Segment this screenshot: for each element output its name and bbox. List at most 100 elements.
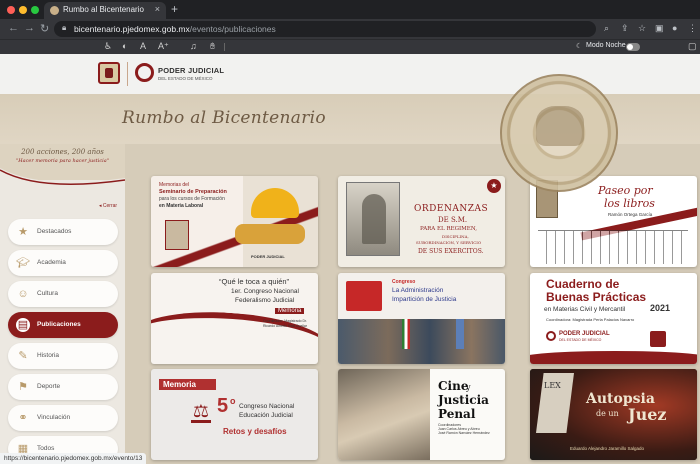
tagline: 200 acciones, 200 años bbox=[21, 148, 104, 156]
close-tab-icon[interactable]: × bbox=[155, 4, 160, 14]
sidebar-item-label: Deporte bbox=[37, 383, 61, 390]
featured-badge[interactable]: ★ bbox=[487, 179, 501, 193]
card-title: Impartición de Justicia bbox=[392, 296, 457, 303]
card-text: 1er. Congreso Nacional bbox=[231, 288, 299, 295]
browser-tab-bar: Rumbo al Bicentenario × + bbox=[0, 0, 700, 19]
org-subtitle: DEL ESTADO DE MÉXICO bbox=[158, 76, 213, 81]
poder-judicial-logo[interactable] bbox=[135, 63, 154, 82]
sidebar-item-historia[interactable]: ✎ Historia bbox=[8, 343, 118, 369]
sidebar-item-vinculacion[interactable]: ⚭ Vinculación bbox=[8, 405, 118, 431]
share-icon[interactable]: ⇪ bbox=[621, 23, 629, 34]
browser-extension-icon[interactable]: ▢ bbox=[688, 41, 697, 52]
menu-icon[interactable]: ⋮ bbox=[688, 23, 697, 34]
card-number-suffix: o bbox=[230, 396, 236, 406]
card-text: y bbox=[466, 383, 471, 392]
publication-card[interactable]: “Qué le toca a quién” 1er. Congreso Naci… bbox=[151, 273, 318, 364]
scroll-icon: ✎ bbox=[18, 350, 28, 362]
card-text: DE SUS EXERCITOS. bbox=[418, 248, 484, 255]
card-text: Coordinador: Magistrado Dr. bbox=[263, 319, 307, 323]
back-icon[interactable]: ← bbox=[8, 22, 19, 34]
text-larger-icon[interactable]: A⁺ bbox=[158, 41, 169, 52]
publication-card[interactable]: Cuaderno de Buenas Prácticas en Materias… bbox=[530, 273, 697, 364]
contrast-icon[interactable]: ◐ bbox=[122, 41, 127, 51]
divider bbox=[224, 43, 225, 51]
motto: "Hacer memoria para hacer justicia" bbox=[15, 158, 110, 164]
film-scene-image bbox=[338, 369, 430, 460]
moon-icon: ☾ bbox=[576, 43, 583, 50]
memoria-badge: Memoria bbox=[159, 379, 216, 390]
new-tab-icon[interactable]: + bbox=[171, 2, 178, 16]
sidebar-item-label: Todos bbox=[37, 445, 55, 452]
bookshelf-drawing bbox=[538, 230, 688, 264]
sidebar-item-label: Vinculación bbox=[37, 414, 71, 421]
close-sidebar-button[interactable]: ◂ Cerrar bbox=[99, 203, 117, 209]
publications-grid: Memorias del Seminario de Preparación pa… bbox=[125, 144, 700, 464]
bicentenario-logo bbox=[650, 331, 666, 347]
maximize-window-button[interactable] bbox=[31, 6, 39, 14]
sidebar-item-deporte[interactable]: ⚑ Deporte bbox=[8, 374, 118, 400]
browser-toolbar: ← → ↻ 🔒︎ bicentenario.pjedomex.gob.mx/ev… bbox=[0, 19, 700, 39]
publication-card[interactable]: ORDENANZAS DE S.M. PARA EL REGIMEN, DISC… bbox=[338, 176, 505, 267]
card-text: Ricardo Alfredo Sodi Cuellar bbox=[263, 324, 307, 328]
profile-icon[interactable]: ● bbox=[672, 23, 677, 33]
minimize-window-button[interactable] bbox=[19, 6, 27, 14]
card-year: 2021 bbox=[650, 303, 671, 313]
accessibility-icon[interactable]: ♿︎ bbox=[104, 41, 112, 52]
card-title: Cuaderno de bbox=[546, 277, 620, 291]
card-title: Educación Judicial bbox=[239, 412, 293, 419]
forward-icon[interactable]: → bbox=[24, 22, 35, 34]
publication-card[interactable]: Memoria ⚖ 5 o Congreso Nacional Educació… bbox=[151, 369, 318, 460]
sidebar-toggle-icon[interactable]: ▣ bbox=[655, 23, 664, 34]
card-text: Federalismo Judicial bbox=[235, 297, 295, 304]
book-cover-thumbnail bbox=[165, 220, 189, 250]
search-icon[interactable]: ⌕ bbox=[604, 23, 609, 34]
card-title: Paseo por bbox=[598, 184, 653, 197]
card-logo-text: DEL ESTADO DE MÉXICO bbox=[559, 338, 602, 342]
card-text: Coordinadora: Magistrada Perla Palacios … bbox=[546, 317, 635, 322]
page-title: Rumbo al Bicentenario bbox=[122, 108, 326, 128]
status-bar-url: https://bicentenario.pjedomex.gob.mx/eve… bbox=[0, 453, 147, 464]
sign-language-icon[interactable]: ✋︎ bbox=[210, 41, 215, 52]
card-text: DISCIPLINA, bbox=[442, 234, 469, 239]
eagle-emblem-icon bbox=[536, 106, 584, 146]
star-icon: ★ bbox=[18, 226, 28, 238]
address-bar[interactable]: 🔒︎ bicentenario.pjedomex.gob.mx/eventos/… bbox=[54, 21, 596, 37]
publication-card[interactable]: LEX Autopsia de un Juez Eduardo Alejandr… bbox=[530, 369, 697, 460]
audio-icon[interactable]: ♫ bbox=[190, 41, 197, 51]
scales-of-justice-icon: ⚖ bbox=[191, 401, 211, 423]
sidebar-item-cultura[interactable]: ☺ Cultura bbox=[8, 281, 118, 307]
card-title: de un bbox=[596, 409, 619, 418]
card-title: Cine bbox=[438, 379, 469, 393]
decorative-stripe bbox=[530, 351, 697, 364]
sidebar-item-label: Cultura bbox=[37, 290, 58, 297]
card-text: DE S.M. bbox=[438, 216, 468, 224]
bookmark-star-icon[interactable]: ☆ bbox=[638, 23, 646, 34]
card-text: Memorias del bbox=[159, 182, 190, 188]
lock-icon[interactable]: 🔒︎ bbox=[62, 23, 66, 33]
browser-tab[interactable]: Rumbo al Bicentenario × bbox=[44, 2, 166, 19]
sidebar: 200 acciones, 200 años "Hacer memoria pa… bbox=[0, 144, 125, 464]
sidebar-item-destacados[interactable]: ★ Destacados bbox=[8, 219, 118, 245]
publication-card[interactable]: Congreso La Administración Impartición d… bbox=[338, 273, 505, 364]
card-title: los libros bbox=[604, 197, 655, 210]
congress-logo bbox=[346, 281, 382, 311]
sidebar-item-publicaciones[interactable]: ▤ Publicaciones bbox=[8, 312, 118, 338]
night-mode-toggle[interactable] bbox=[626, 43, 640, 51]
card-title: Congreso Nacional bbox=[239, 403, 295, 410]
url-text: bicentenario.pjedomex.gob.mx/eventos/pub… bbox=[74, 24, 276, 34]
publication-card[interactable]: Cine y Justicia Penal Coordinadores Juan… bbox=[338, 369, 505, 460]
card-text: SUBORDINACION, Y SERVICIO bbox=[416, 240, 482, 245]
text-smaller-icon[interactable]: A bbox=[140, 41, 146, 51]
sidebar-item-academia[interactable]: 🎓︎ Academia bbox=[8, 250, 118, 276]
government-emblem-logo[interactable] bbox=[98, 62, 120, 84]
flag-image bbox=[402, 319, 410, 349]
sidebar-item-label: Academia bbox=[37, 259, 66, 266]
publication-card[interactable]: Memorias del Seminario de Preparación pa… bbox=[151, 176, 318, 267]
star-icon: ★ bbox=[490, 181, 498, 190]
running-icon: ⚑ bbox=[18, 381, 28, 393]
card-text: PARA EL REGIMEN, bbox=[420, 226, 478, 232]
handshake-icon: ⚭ bbox=[18, 412, 28, 424]
portrait-figure bbox=[362, 194, 386, 244]
reload-icon[interactable]: ↻ bbox=[40, 22, 49, 35]
close-window-button[interactable] bbox=[7, 6, 15, 14]
